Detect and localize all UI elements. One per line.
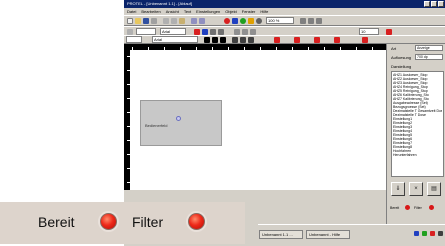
properties-panel: Art Anzeige Aufloesung 700 dp Darstellun… bbox=[386, 44, 445, 224]
undo-icon[interactable] bbox=[191, 18, 197, 24]
minimize-button[interactable] bbox=[424, 1, 430, 7]
network-icon[interactable] bbox=[414, 231, 419, 236]
task-main-window[interactable]: Unbenannt 1.1 ... bbox=[259, 230, 303, 239]
type-label: Art bbox=[391, 46, 397, 51]
alert-tray-icon[interactable] bbox=[430, 231, 435, 236]
delete-button[interactable]: × bbox=[409, 182, 423, 196]
gray-object-icon[interactable] bbox=[256, 18, 262, 24]
standard-toolbar: 100 % bbox=[124, 15, 445, 26]
text-toolbar: Arial bbox=[124, 35, 445, 44]
display-label: Darstellung bbox=[391, 64, 412, 69]
red-shadow-icon[interactable] bbox=[334, 37, 340, 43]
red-marker-icon[interactable] bbox=[362, 37, 368, 43]
panel-status-filter: Filter bbox=[414, 206, 422, 210]
underline-icon[interactable] bbox=[220, 37, 226, 43]
drawing-canvas[interactable]: Bedienerfeld bbox=[130, 50, 386, 190]
menu-bearbeiten[interactable]: Bearbeiten bbox=[141, 8, 160, 15]
ready-indicator-small bbox=[405, 205, 410, 210]
resolution-dropdown[interactable]: 700 dp bbox=[415, 54, 443, 60]
clock-icon[interactable] bbox=[438, 231, 443, 236]
task-help-window[interactable]: Unbenannt - Hilfe bbox=[306, 230, 350, 239]
new-file-icon[interactable] bbox=[127, 18, 133, 24]
status-ready-label: Bereit bbox=[38, 214, 75, 230]
style-field[interactable] bbox=[136, 28, 156, 35]
green-object-icon[interactable] bbox=[240, 18, 246, 24]
menu-bar: Datei Bearbeiten Ansicht Text Einstellun… bbox=[124, 8, 445, 15]
bold-icon[interactable] bbox=[204, 37, 210, 43]
blue-object-icon[interactable] bbox=[232, 18, 238, 24]
red-line-icon[interactable] bbox=[314, 37, 320, 43]
menu-ansicht[interactable]: Ansicht bbox=[166, 8, 179, 15]
yellow-object-icon[interactable] bbox=[248, 18, 254, 24]
red-text-icon[interactable] bbox=[274, 37, 280, 43]
italic-icon[interactable] bbox=[212, 37, 218, 43]
ready-indicator-lamp bbox=[100, 213, 117, 230]
open-folder-icon[interactable] bbox=[135, 18, 141, 24]
close-button[interactable] bbox=[438, 1, 444, 7]
search-icon[interactable] bbox=[316, 18, 322, 24]
filter-indicator-lamp bbox=[188, 213, 205, 230]
copy-icon[interactable] bbox=[171, 18, 177, 24]
font-combo[interactable]: Arial bbox=[152, 36, 198, 43]
menu-einstellungen[interactable]: Einstellungen bbox=[196, 8, 220, 15]
redo-icon[interactable] bbox=[199, 18, 205, 24]
list-button[interactable]: ▤ bbox=[427, 182, 441, 196]
title-bar: PROTEL - [Unbenannt 1.1] - [Ablauf] bbox=[124, 0, 445, 8]
red-object-icon[interactable] bbox=[224, 18, 230, 24]
save-icon[interactable] bbox=[143, 18, 149, 24]
zoom-out-icon[interactable] bbox=[308, 18, 314, 24]
object-label: Bedienerfeld bbox=[145, 123, 168, 128]
volume-icon[interactable] bbox=[422, 231, 427, 236]
size-field[interactable]: 10 bbox=[359, 28, 379, 35]
print-icon[interactable] bbox=[151, 18, 157, 24]
size-combo[interactable] bbox=[126, 36, 142, 43]
cut-icon[interactable] bbox=[163, 18, 169, 24]
align-center-icon[interactable] bbox=[240, 37, 246, 43]
menu-objekt[interactable]: Objekt bbox=[225, 8, 237, 15]
align-left-icon[interactable] bbox=[232, 37, 238, 43]
system-tray bbox=[394, 229, 445, 238]
align-right-icon[interactable] bbox=[248, 37, 254, 43]
menu-datei[interactable]: Datei bbox=[127, 8, 136, 15]
maximize-button[interactable] bbox=[431, 1, 437, 7]
paste-icon[interactable] bbox=[179, 18, 185, 24]
panel-status-ready: Bereit bbox=[390, 206, 400, 210]
type-dropdown[interactable]: Anzeige bbox=[415, 45, 443, 51]
zoom-in-icon[interactable] bbox=[300, 18, 306, 24]
window-title: PROTEL - [Unbenannt 1.1] - [Ablauf] bbox=[127, 1, 192, 6]
status-zoom-inset: Bereit Filter bbox=[0, 202, 245, 244]
selected-object[interactable]: Bedienerfeld bbox=[140, 100, 222, 146]
filter-indicator-small bbox=[429, 205, 434, 210]
menu-text[interactable]: Text bbox=[184, 8, 191, 15]
red-fill-icon[interactable] bbox=[294, 37, 300, 43]
font-field[interactable]: Arial bbox=[160, 28, 186, 35]
list-item[interactable]: Herunterfahren bbox=[393, 153, 442, 157]
menu-fenster[interactable]: Fenster bbox=[242, 8, 256, 15]
object-handle[interactable] bbox=[176, 116, 181, 121]
menu-hilfe[interactable]: Hilfe bbox=[260, 8, 268, 15]
down-arrow-button[interactable]: ⇓ bbox=[391, 182, 405, 196]
variable-list[interactable]: AHZ1 Ausloeser_Stop AHZ2 Ausloeser_Stop AH… bbox=[391, 71, 444, 177]
status-filter-label: Filter bbox=[132, 214, 164, 230]
resolution-label: Aufloesung bbox=[391, 55, 412, 60]
zoom-field[interactable]: 100 % bbox=[266, 17, 294, 24]
